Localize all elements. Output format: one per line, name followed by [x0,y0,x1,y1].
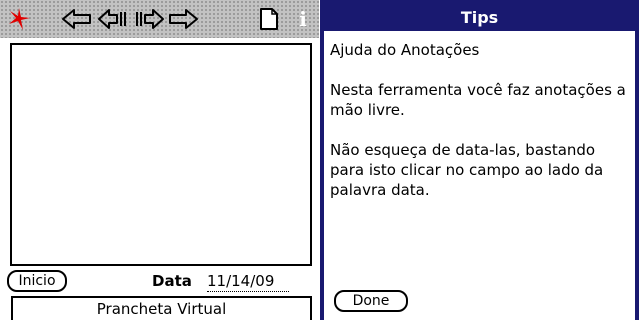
red-star-icon[interactable] [4,6,34,32]
notes-app-pane: i Inicio Data 11/14/09 Prancheta Virtual [0,0,319,320]
next-arrow-icon[interactable] [132,6,166,32]
tips-dialog: Tips Ajuda do Anotações Nesta ferramenta… [320,0,639,320]
info-label: i [299,7,307,31]
first-arrow-icon[interactable] [60,6,94,32]
footer-title: Prancheta Virtual [11,296,312,320]
date-field[interactable]: 11/14/09 [207,271,289,292]
date-label: Data [152,272,192,290]
drawing-canvas[interactable] [10,43,312,266]
done-button[interactable]: Done [334,290,408,312]
inicio-button[interactable]: Inicio [7,270,67,292]
tips-title: Tips [324,4,635,31]
info-icon[interactable]: i [294,6,312,32]
toolbar: i [0,0,319,38]
tips-paragraph: Ajuda do Anotações [330,41,480,59]
last-arrow-icon[interactable] [166,6,200,32]
prev-arrow-icon[interactable] [96,6,130,32]
tips-body: Ajuda do Anotações Nesta ferramenta você… [330,40,630,220]
tips-paragraph: Nesta ferramenta você faz anotações a mã… [330,81,626,119]
tips-paragraph: Não esqueça de data-las, bastando para i… [330,141,604,199]
new-page-icon[interactable] [256,6,282,32]
